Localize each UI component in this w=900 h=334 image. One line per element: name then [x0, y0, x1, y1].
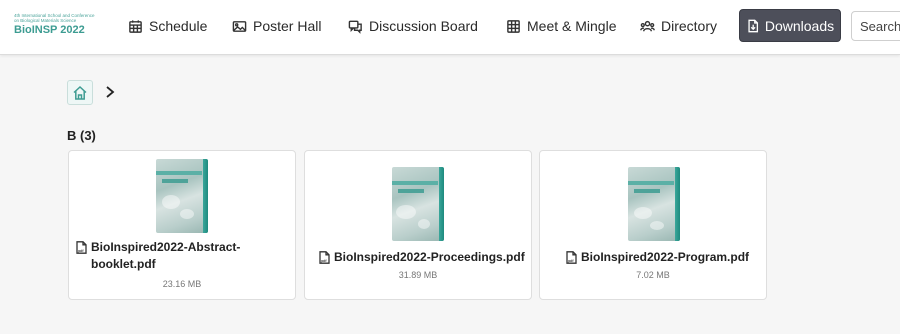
file-thumbnail	[628, 167, 680, 241]
people-icon	[640, 20, 655, 31]
breadcrumb-separator	[104, 85, 116, 99]
document-icon	[748, 19, 758, 32]
file-card[interactable]: pdf BioInspired2022-Program.pdf 7.02 MB	[539, 150, 767, 300]
chat-icon	[348, 20, 362, 34]
home-icon	[73, 85, 87, 100]
nav-discussion-board[interactable]: Discussion Board	[348, 14, 478, 38]
file-name-text: BioInspired2022-Abstract-booklet.pdf	[91, 240, 241, 271]
file-size: 23.16 MB	[162, 279, 202, 289]
file-name[interactable]: pdf BioInspired2022-Program.pdf	[566, 249, 766, 266]
nav-meet-mingle-label: Meet & Mingle	[527, 18, 617, 34]
pdf-file-icon: pdf	[76, 241, 87, 254]
grid-icon	[507, 19, 520, 33]
conference-logo[interactable]: 4th International School and Conference …	[14, 13, 104, 37]
section-title: B (3)	[67, 128, 96, 143]
file-size: 7.02 MB	[636, 270, 670, 280]
svg-text:pdf: pdf	[568, 259, 574, 263]
search-input[interactable]	[851, 11, 900, 41]
nav-downloads-label: Downloads	[764, 17, 835, 34]
svg-text:pdf: pdf	[321, 259, 327, 263]
file-name[interactable]: pdf BioInspired2022-Abstract-booklet.pdf	[76, 239, 276, 273]
nav-schedule[interactable]: Schedule	[128, 14, 207, 38]
file-card[interactable]: pdf BioInspired2022-Abstract-booklet.pdf…	[68, 150, 296, 300]
file-name[interactable]: pdf BioInspired2022-Proceedings.pdf	[319, 249, 529, 266]
logo-line-2: on Biological Materials Science	[14, 18, 77, 23]
file-name-text: BioInspired2022-Proceedings.pdf	[334, 250, 525, 264]
pdf-file-icon: pdf	[566, 251, 577, 264]
image-icon	[232, 20, 247, 32]
nav-schedule-label: Schedule	[149, 18, 208, 34]
chevron-right-icon	[106, 86, 115, 98]
nav-directory-label: Directory	[661, 18, 718, 34]
nav-downloads[interactable]: Downloads	[739, 9, 841, 42]
file-card[interactable]: pdf BioInspired2022-Proceedings.pdf 31.8…	[304, 150, 532, 300]
breadcrumb-home-button[interactable]	[67, 80, 93, 105]
nav-poster-hall-label: Poster Hall	[253, 18, 322, 34]
nav-poster-hall[interactable]: Poster Hall	[232, 14, 321, 38]
pdf-file-icon: pdf	[319, 251, 330, 264]
file-size: 31.89 MB	[398, 270, 438, 280]
file-thumbnail	[392, 167, 444, 241]
logo-title: BioINSP 2022	[14, 24, 85, 36]
nav-meet-mingle[interactable]: Meet & Mingle	[506, 14, 616, 38]
calendar-icon	[129, 19, 142, 33]
top-navigation-bar: 4th International School and Conference …	[0, 0, 900, 55]
file-thumbnail	[156, 159, 208, 233]
svg-text:pdf: pdf	[78, 249, 84, 253]
file-name-text: BioInspired2022-Program.pdf	[581, 250, 750, 264]
nav-directory[interactable]: Directory	[640, 14, 717, 38]
nav-discussion-board-label: Discussion Board	[369, 18, 478, 34]
